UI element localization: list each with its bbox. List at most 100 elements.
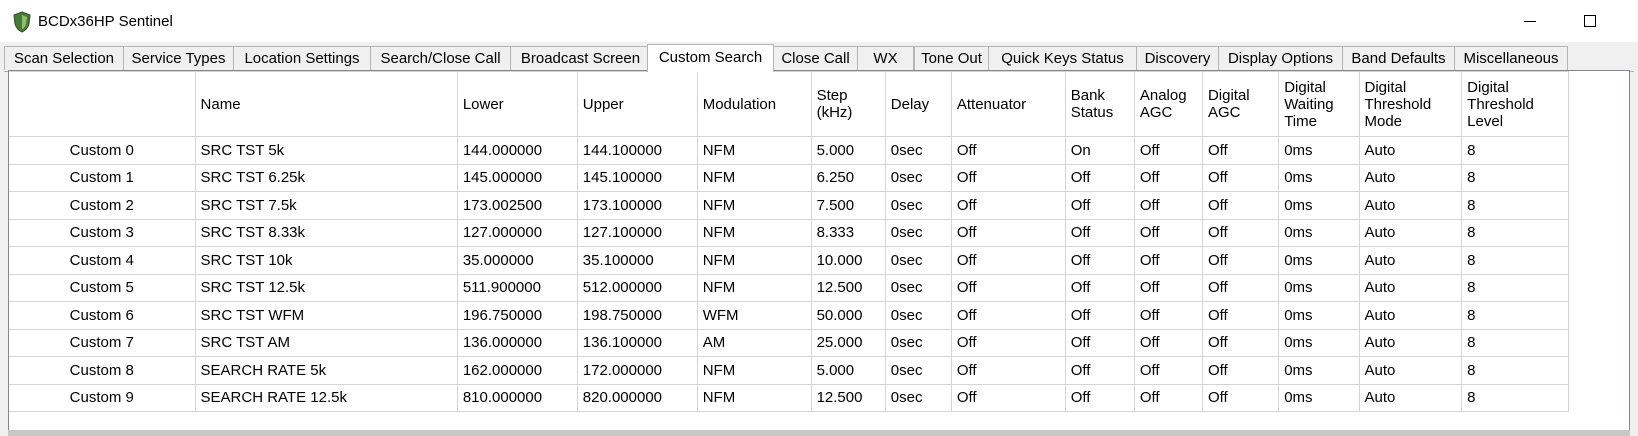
column-header-modulation[interactable]: Modulation xyxy=(696,71,812,137)
cell-delay[interactable]: 0sec xyxy=(884,356,952,385)
column-header-analog-agc[interactable]: Analog AGC xyxy=(1133,71,1203,137)
row-header[interactable]: Custom 2 xyxy=(9,191,196,220)
cell-name[interactable]: SRC TST 10k xyxy=(194,246,458,275)
cell-analog-agc[interactable]: Off xyxy=(1133,328,1203,357)
cell-modulation[interactable]: NFM xyxy=(696,273,812,302)
row-header[interactable]: Custom 3 xyxy=(9,218,196,247)
cell-attenuator[interactable]: Off xyxy=(950,163,1066,192)
cell-bank-status[interactable]: Off xyxy=(1064,383,1135,412)
column-header-name[interactable]: Name xyxy=(194,71,458,137)
tab-close-call[interactable]: Close Call xyxy=(773,46,858,70)
cell-attenuator[interactable]: Off xyxy=(950,218,1066,247)
cell-digital-threshold-mode[interactable]: Auto xyxy=(1358,246,1463,275)
cell-analog-agc[interactable]: Off xyxy=(1133,301,1203,330)
cell-step[interactable]: 25.000 xyxy=(810,328,886,357)
cell-name[interactable]: SRC TST AM xyxy=(194,328,458,357)
cell-digital-waiting-time[interactable]: 0ms xyxy=(1278,136,1360,165)
cell-upper[interactable]: 144.100000 xyxy=(576,136,698,165)
cell-lower[interactable]: 136.000000 xyxy=(456,328,578,357)
table-row[interactable]: Custom 9 SEARCH RATE 12.5k 810.000000 820.0… xyxy=(9,383,1569,412)
cell-step[interactable]: 6.250 xyxy=(810,163,886,192)
cell-bank-status[interactable]: Off xyxy=(1064,218,1135,247)
cell-step[interactable]: 12.500 xyxy=(810,273,886,302)
cell-bank-status[interactable]: On xyxy=(1064,136,1135,165)
cell-digital-agc[interactable]: Off xyxy=(1201,163,1280,192)
minimize-button[interactable] xyxy=(1510,6,1550,36)
cell-analog-agc[interactable]: Off xyxy=(1133,273,1203,302)
cell-digital-threshold-mode[interactable]: Auto xyxy=(1358,163,1463,192)
cell-name[interactable]: SRC TST WFM xyxy=(194,301,458,330)
cell-analog-agc[interactable]: Off xyxy=(1133,246,1203,275)
cell-step[interactable]: 10.000 xyxy=(810,246,886,275)
cell-step[interactable]: 5.000 xyxy=(810,136,886,165)
row-header[interactable]: Custom 0 xyxy=(9,136,196,165)
cell-digital-waiting-time[interactable]: 0ms xyxy=(1278,218,1360,247)
cell-name[interactable]: SEARCH RATE 5k xyxy=(194,356,458,385)
cell-digital-threshold-mode[interactable]: Auto xyxy=(1358,218,1463,247)
cell-upper[interactable]: 35.100000 xyxy=(576,246,698,275)
tab-location-settings[interactable]: Location Settings xyxy=(233,46,371,70)
cell-attenuator[interactable]: Off xyxy=(950,136,1066,165)
row-header[interactable]: Custom 8 xyxy=(9,356,196,385)
cell-lower[interactable]: 810.000000 xyxy=(456,383,578,412)
cell-upper[interactable]: 512.000000 xyxy=(576,273,698,302)
cell-bank-status[interactable]: Off xyxy=(1064,328,1135,357)
table-row[interactable]: Custom 1 SRC TST 6.25k 145.000000 145.10000… xyxy=(9,163,1569,192)
cell-step[interactable]: 7.500 xyxy=(810,191,886,220)
cell-attenuator[interactable]: Off xyxy=(950,383,1066,412)
cell-digital-agc[interactable]: Off xyxy=(1201,301,1280,330)
cell-attenuator[interactable]: Off xyxy=(950,301,1066,330)
table-row[interactable]: Custom 6 SRC TST WFM 196.750000 198.750000 W… xyxy=(9,301,1569,330)
table-row[interactable]: Custom 2 SRC TST 7.5k 173.002500 173.100000… xyxy=(9,191,1569,220)
column-header-attenuator[interactable]: Attenuator xyxy=(950,71,1066,137)
cell-modulation[interactable]: NFM xyxy=(696,163,812,192)
row-header[interactable]: Custom 4 xyxy=(9,246,196,275)
cell-delay[interactable]: 0sec xyxy=(884,273,952,302)
cell-delay[interactable]: 0sec xyxy=(884,301,952,330)
cell-digital-threshold-level[interactable]: 8 xyxy=(1461,328,1569,357)
cell-digital-waiting-time[interactable]: 0ms xyxy=(1278,301,1360,330)
tab-band-defaults[interactable]: Band Defaults xyxy=(1342,46,1455,70)
cell-digital-agc[interactable]: Off xyxy=(1201,246,1280,275)
cell-analog-agc[interactable]: Off xyxy=(1133,356,1203,385)
cell-digital-threshold-level[interactable]: 8 xyxy=(1461,136,1569,165)
cell-digital-agc[interactable]: Off xyxy=(1201,383,1280,412)
cell-modulation[interactable]: NFM xyxy=(696,218,812,247)
cell-bank-status[interactable]: Off xyxy=(1064,163,1135,192)
cell-bank-status[interactable]: Off xyxy=(1064,301,1135,330)
column-header-bank-status[interactable]: Bank Status xyxy=(1064,71,1135,137)
cell-upper[interactable]: 145.100000 xyxy=(576,163,698,192)
column-header-upper[interactable]: Upper xyxy=(576,71,698,137)
table-row[interactable]: Custom 7 SRC TST AM 136.000000 136.100000 AM… xyxy=(9,328,1569,357)
table-row[interactable]: Custom 5 SRC TST 12.5k 511.900000 512.00000… xyxy=(9,273,1569,302)
cell-bank-status[interactable]: Off xyxy=(1064,246,1135,275)
table-row[interactable]: Custom 4 SRC TST 10k 35.000000 35.100000 NFM… xyxy=(9,246,1569,275)
cell-digital-waiting-time[interactable]: 0ms xyxy=(1278,273,1360,302)
cell-upper[interactable]: 820.000000 xyxy=(576,383,698,412)
cell-delay[interactable]: 0sec xyxy=(884,246,952,275)
cell-delay[interactable]: 0sec xyxy=(884,218,952,247)
cell-bank-status[interactable]: Off xyxy=(1064,356,1135,385)
cell-step[interactable]: 12.500 xyxy=(810,383,886,412)
tab-service-types[interactable]: Service Types xyxy=(123,46,234,70)
row-header[interactable]: Custom 9 xyxy=(9,383,196,412)
cell-modulation[interactable]: AM xyxy=(696,328,812,357)
cell-digital-waiting-time[interactable]: 0ms xyxy=(1278,383,1360,412)
cell-step[interactable]: 8.333 xyxy=(810,218,886,247)
column-header-lower[interactable]: Lower xyxy=(456,71,578,137)
cell-analog-agc[interactable]: Off xyxy=(1133,163,1203,192)
cell-lower[interactable]: 144.000000 xyxy=(456,136,578,165)
cell-digital-threshold-mode[interactable]: Auto xyxy=(1358,136,1463,165)
cell-digital-agc[interactable]: Off xyxy=(1201,356,1280,385)
cell-lower[interactable]: 173.002500 xyxy=(456,191,578,220)
cell-modulation[interactable]: NFM xyxy=(696,136,812,165)
cell-digital-threshold-level[interactable]: 8 xyxy=(1461,163,1569,192)
cell-delay[interactable]: 0sec xyxy=(884,163,952,192)
cell-digital-threshold-level[interactable]: 8 xyxy=(1461,218,1569,247)
cell-bank-status[interactable]: Off xyxy=(1064,273,1135,302)
cell-digital-threshold-level[interactable]: 8 xyxy=(1461,383,1569,412)
column-header-digital-threshold-level[interactable]: Digital Threshold Level xyxy=(1461,71,1569,137)
column-header-digital-waiting-time[interactable]: Digital Waiting Time xyxy=(1278,71,1360,137)
cell-digital-agc[interactable]: Off xyxy=(1201,136,1280,165)
cell-modulation[interactable]: NFM xyxy=(696,246,812,275)
